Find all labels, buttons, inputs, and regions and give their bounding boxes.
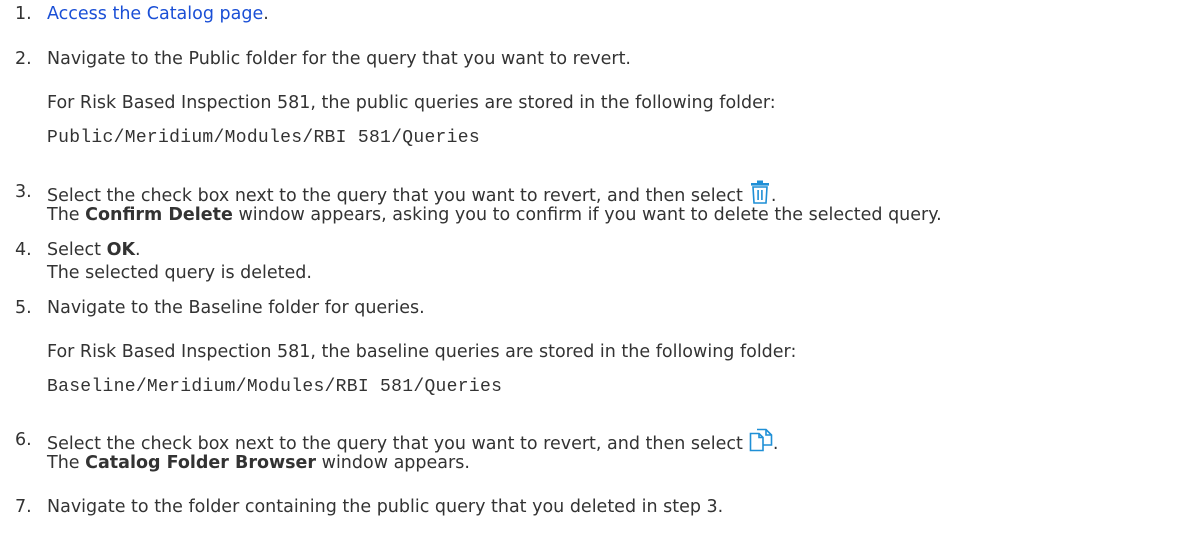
step-punctuation: . bbox=[135, 240, 141, 260]
ok-button-name: OK bbox=[106, 240, 135, 260]
step-number: 7. bbox=[15, 497, 32, 517]
step-punctuation: . bbox=[772, 434, 779, 454]
confirm-delete-window-name: Confirm Delete bbox=[85, 205, 233, 225]
step-number: 6. bbox=[15, 430, 32, 450]
result-prefix: The bbox=[47, 453, 86, 473]
step-number: 2. bbox=[15, 49, 32, 69]
step-4-prefix: Select bbox=[47, 240, 107, 260]
step-number: 5. bbox=[15, 298, 32, 318]
step-4-result: The selected query is deleted. bbox=[47, 263, 312, 283]
step-4-text: Select OK. bbox=[47, 238, 141, 262]
public-folder-path: Public/Meridium/Modules/RBI 581/Queries bbox=[47, 128, 480, 148]
result-suffix: window appears, asking you to confirm if… bbox=[232, 205, 942, 225]
step-punctuation: . bbox=[263, 4, 269, 24]
step-5-text: Navigate to the Baseline folder for quer… bbox=[47, 298, 425, 318]
step-number: 1. bbox=[15, 4, 32, 24]
step-2-note: For Risk Based Inspection 581, the publi… bbox=[47, 93, 776, 113]
baseline-folder-path: Baseline/Meridium/Modules/RBI 581/Querie… bbox=[47, 377, 503, 397]
catalog-folder-browser-window-name: Catalog Folder Browser bbox=[85, 453, 317, 473]
step-2-text: Navigate to the Public folder for the qu… bbox=[47, 49, 631, 69]
result-prefix: The bbox=[47, 205, 86, 225]
step-number: 4. bbox=[15, 240, 32, 260]
step-6-result: The Catalog Folder Browser window appear… bbox=[47, 451, 470, 475]
step-7-text: Navigate to the folder containing the pu… bbox=[47, 497, 724, 517]
copy-icon bbox=[749, 428, 773, 459]
step-5-note: For Risk Based Inspection 581, the basel… bbox=[47, 342, 797, 362]
step-number: 3. bbox=[15, 182, 32, 202]
step-1: Access the Catalog page. bbox=[47, 2, 269, 26]
step-3-result: The Confirm Delete window appears, askin… bbox=[47, 203, 942, 227]
result-suffix: window appears. bbox=[316, 453, 470, 473]
catalog-page-link[interactable]: Access the Catalog page bbox=[47, 4, 263, 24]
